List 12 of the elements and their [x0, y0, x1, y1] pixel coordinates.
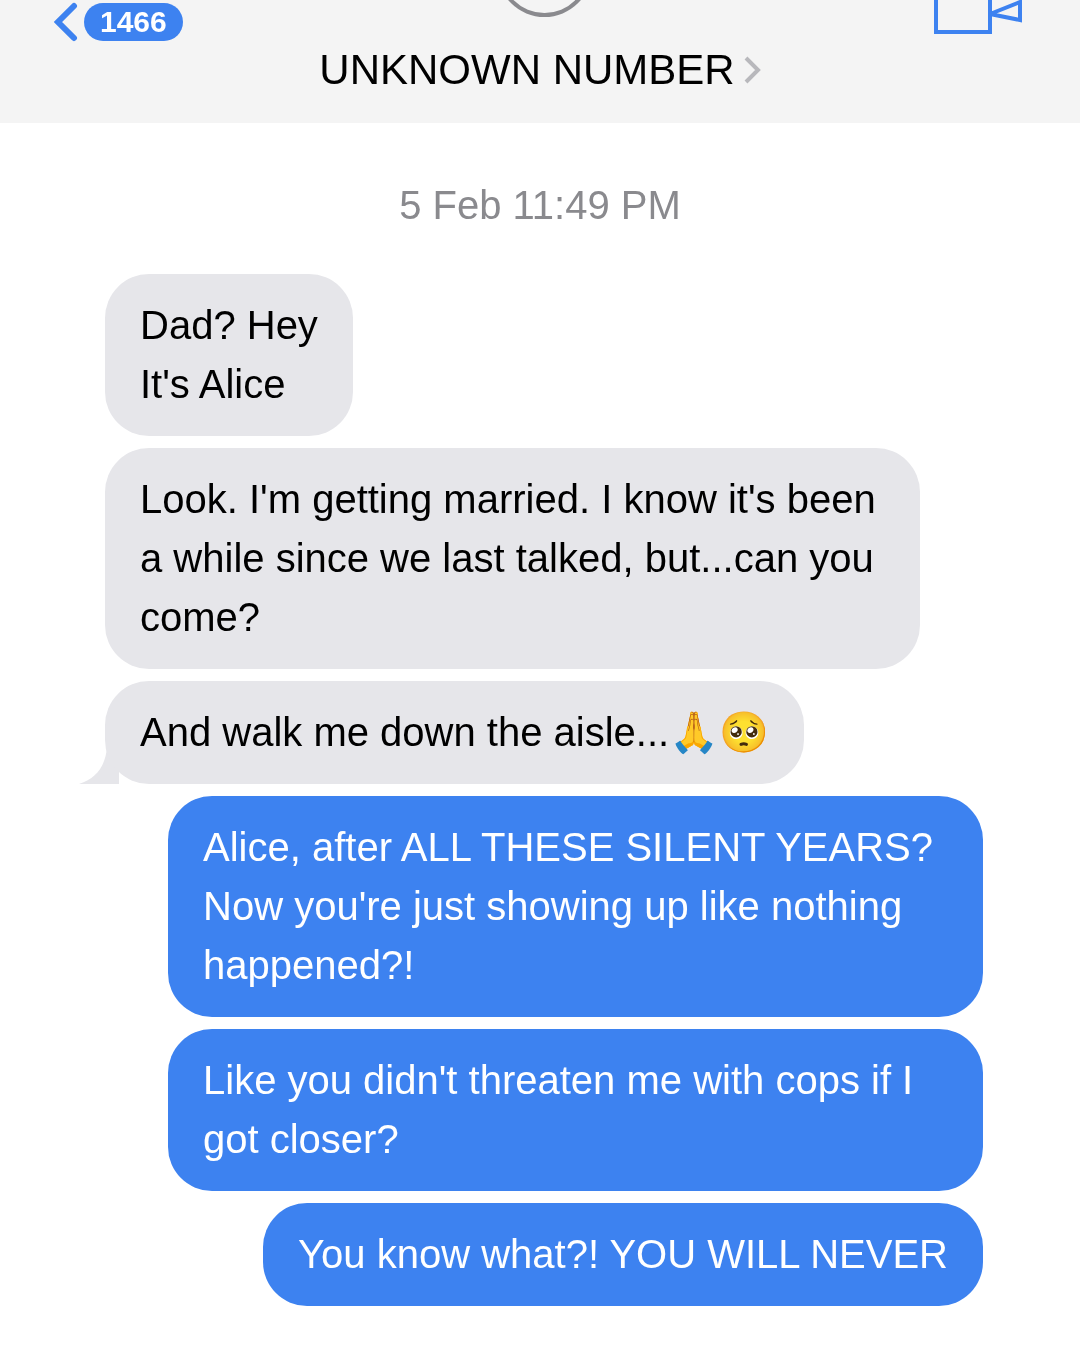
- message-bubble: You know what?! YOU WILL NEVER: [263, 1203, 983, 1306]
- message-bubble: Alice, after ALL THESE SILENT YEARS? Now you're just showing up like nothing happened?!: [168, 796, 983, 1017]
- back-button[interactable]: 1466: [50, 2, 183, 42]
- message-bubble: Like you didn't threaten me with cops if I got closer?: [168, 1029, 983, 1191]
- chevron-right-icon[interactable]: [742, 55, 761, 85]
- message-bubble: And walk me down the aisle...🙏🥺: [105, 681, 805, 784]
- message-bubble: Dad? Hey It's Alice: [105, 274, 353, 436]
- message-timestamp: 5 Feb 11:49 PM: [399, 182, 681, 229]
- message-bubble: Look. I'm getting married. I know it's been a while since we last talked, but...can you come?: [105, 448, 920, 669]
- video-call-icon[interactable]: [932, 0, 1024, 36]
- unread-badge: 1466: [84, 3, 183, 41]
- contact-name[interactable]: UNKNOWN NUMBER: [319, 49, 735, 91]
